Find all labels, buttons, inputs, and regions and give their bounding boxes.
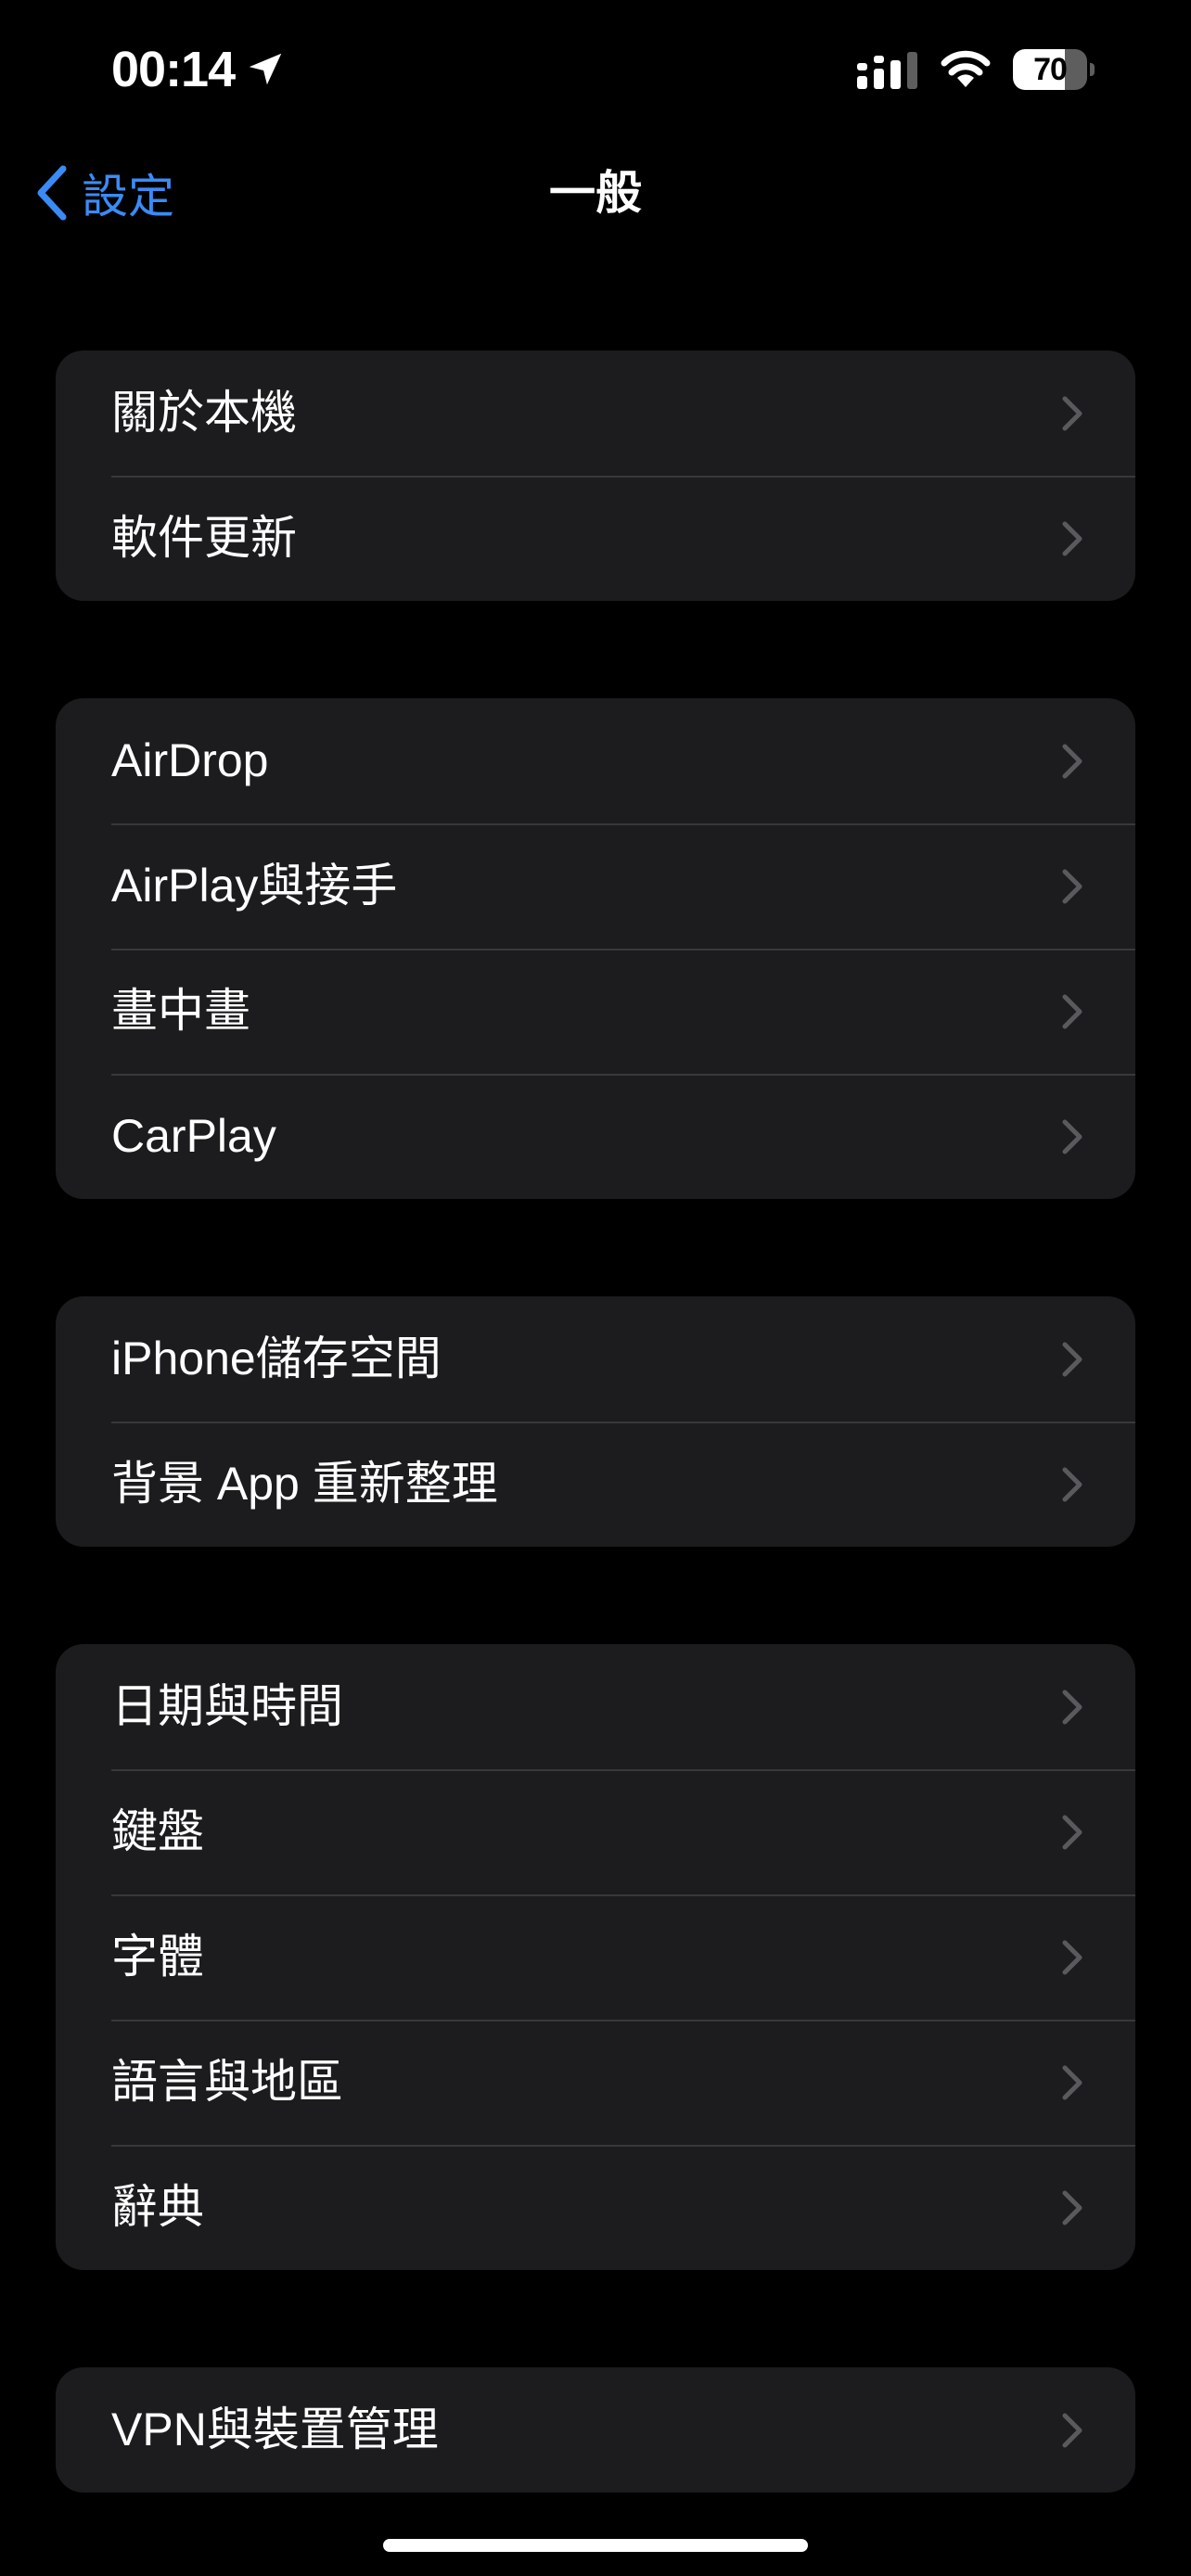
status-time-group: 00:14 — [111, 37, 287, 102]
battery-tip — [1090, 63, 1095, 76]
row-date-time[interactable]: 日期與時間 — [56, 1644, 1135, 1769]
chevron-right-icon — [1062, 1467, 1082, 1502]
row-iphone-storage[interactable]: iPhone儲存空間 — [56, 1296, 1135, 1422]
chevron-right-icon — [1062, 1940, 1082, 1975]
row-dictionary[interactable]: 辭典 — [56, 2145, 1135, 2270]
row-software-update[interactable]: 軟件更新 — [56, 476, 1135, 601]
home-indicator[interactable] — [383, 2539, 808, 2552]
chevron-right-icon — [1062, 521, 1082, 556]
battery-level: 70 — [1033, 52, 1068, 87]
battery-body: 70 — [1013, 49, 1087, 90]
status-time: 00:14 — [111, 42, 236, 97]
row-label: VPN與裝置管理 — [111, 2404, 439, 2455]
row-label: 字體 — [111, 1931, 204, 1983]
wifi-icon — [941, 50, 991, 87]
row-label: 辭典 — [111, 2181, 204, 2233]
row-label: AirDrop — [111, 734, 269, 786]
row-label: 軟件更新 — [111, 512, 297, 564]
row-language-region[interactable]: 語言與地區 — [56, 2020, 1135, 2145]
battery-icon: 70 — [1013, 49, 1095, 90]
page-title: 一般 — [549, 167, 642, 219]
chevron-right-icon — [1062, 869, 1082, 904]
row-label: 畫中畫 — [111, 985, 250, 1037]
row-airplay-handoff[interactable]: AirPlay與接手 — [56, 823, 1135, 949]
chevron-right-icon — [1062, 2413, 1082, 2448]
row-label: 關於本機 — [111, 387, 297, 439]
row-label: 背景 App 重新整理 — [111, 1458, 498, 1510]
chevron-right-icon — [1062, 994, 1082, 1029]
chevron-right-icon — [1062, 396, 1082, 431]
location-arrow-icon — [249, 53, 282, 85]
cellular-signal-icon — [857, 52, 917, 89]
row-background-app-refresh[interactable]: 背景 App 重新整理 — [56, 1422, 1135, 1547]
row-keyboard[interactable]: 鍵盤 — [56, 1769, 1135, 1894]
row-about[interactable]: 關於本機 — [56, 351, 1135, 476]
row-airdrop[interactable]: AirDrop — [56, 698, 1135, 823]
chevron-right-icon — [1062, 1690, 1082, 1725]
row-fonts[interactable]: 字體 — [56, 1894, 1135, 2020]
settings-group-locale: 日期與時間 鍵盤 字體 語言與地區 辭典 — [56, 1644, 1135, 2270]
settings-group-connectivity: AirDrop AirPlay與接手 畫中畫 CarPlay — [56, 698, 1135, 1199]
row-label: CarPlay — [111, 1110, 276, 1162]
row-carplay[interactable]: CarPlay — [56, 1074, 1135, 1199]
chevron-right-icon — [1062, 2065, 1082, 2100]
row-label: AirPlay與接手 — [111, 860, 398, 912]
row-label: iPhone儲存空間 — [111, 1333, 442, 1384]
row-picture-in-picture[interactable]: 畫中畫 — [56, 949, 1135, 1074]
chevron-right-icon — [1062, 744, 1082, 779]
row-label: 鍵盤 — [111, 1805, 204, 1857]
chevron-right-icon — [1062, 1815, 1082, 1850]
navigation-bar: 設定 一般 — [0, 139, 1191, 247]
settings-group-about: 關於本機 軟件更新 — [56, 351, 1135, 601]
row-label: 語言與地區 — [111, 2056, 343, 2108]
settings-group-storage: iPhone儲存空間 背景 App 重新整理 — [56, 1296, 1135, 1547]
chevron-right-icon — [1062, 1119, 1082, 1154]
row-vpn-device-management[interactable]: VPN與裝置管理 — [56, 2367, 1135, 2493]
chevron-right-icon — [1062, 2190, 1082, 2225]
status-bar: 00:14 70 — [0, 0, 1191, 139]
row-label: 日期與時間 — [111, 1680, 343, 1732]
chevron-right-icon — [1062, 1342, 1082, 1377]
settings-group-vpn: VPN與裝置管理 — [56, 2367, 1135, 2493]
